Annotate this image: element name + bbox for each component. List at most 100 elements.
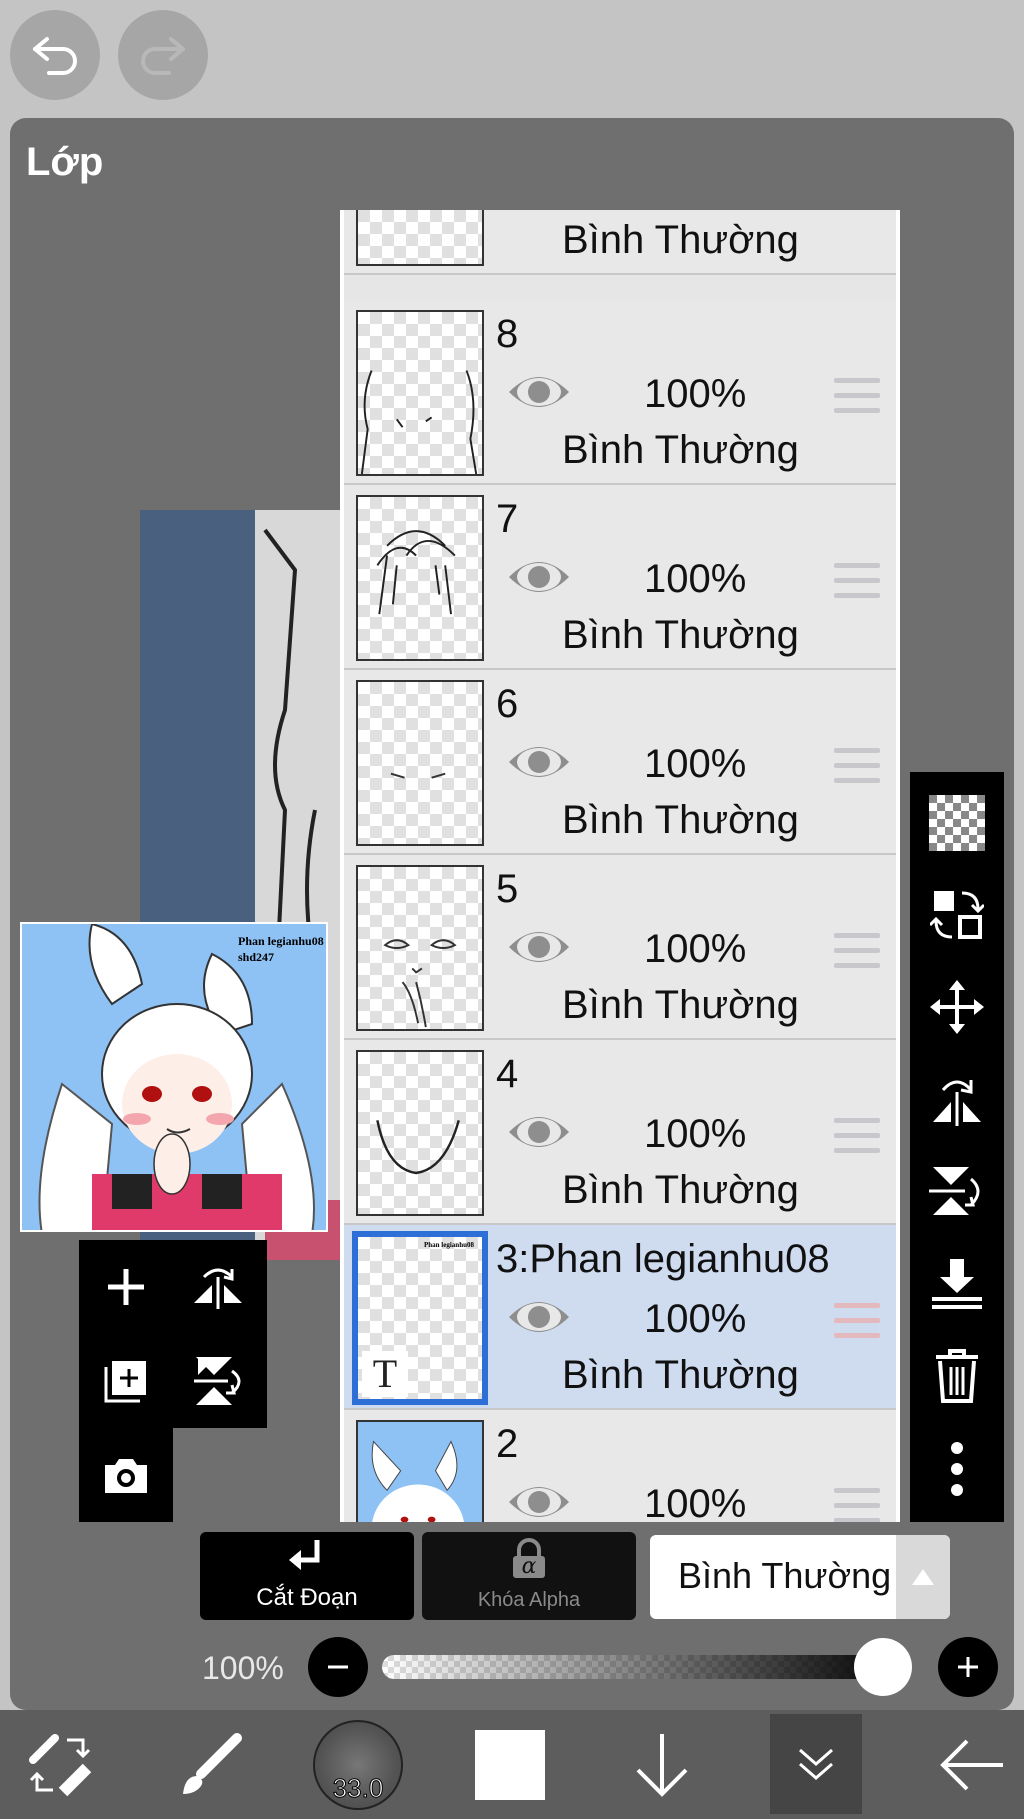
blend-mode-dropdown[interactable] bbox=[896, 1535, 950, 1619]
layer-tools-left bbox=[79, 1240, 267, 1522]
flip-layer-vertical-button[interactable] bbox=[920, 1154, 994, 1228]
swap-icon bbox=[930, 891, 984, 939]
visibility-eye-icon[interactable] bbox=[506, 740, 572, 784]
layer-blend-mode: Bình Thường bbox=[562, 218, 799, 262]
layer-thumbnail[interactable] bbox=[356, 495, 484, 661]
back-button[interactable] bbox=[922, 1710, 1022, 1819]
more-options-button[interactable] bbox=[920, 1432, 994, 1506]
drag-handle-icon[interactable] bbox=[834, 1303, 880, 1339]
text-layer-badge: T bbox=[362, 1351, 408, 1397]
layer-list-scroll[interactable]: 100%Bình Thường8100%Bình Thường7100%Bình… bbox=[344, 210, 896, 1522]
brush-tool-button[interactable] bbox=[160, 1710, 260, 1819]
opacity-slider[interactable] bbox=[382, 1655, 902, 1679]
layer-row[interactable]: 5 100% Bình Thường bbox=[344, 855, 896, 1040]
layer-row[interactable]: 8 100% Bình Thường bbox=[344, 300, 896, 485]
drag-handle-icon[interactable] bbox=[834, 1118, 880, 1154]
layer-opacity: 100% bbox=[644, 742, 747, 786]
opacity-slider-knob[interactable] bbox=[854, 1638, 912, 1696]
layer-thumbnail[interactable] bbox=[356, 1050, 484, 1216]
flip-horizontal-button[interactable] bbox=[173, 1242, 263, 1332]
layer-name: 8 bbox=[496, 312, 519, 356]
drag-handle-line bbox=[834, 1133, 880, 1138]
layer-row[interactable]: 7 100% Bình Thường bbox=[344, 485, 896, 670]
alpha-glyph: α bbox=[521, 1554, 537, 1579]
visibility-eye-icon[interactable] bbox=[506, 370, 572, 414]
layer-thumbnail[interactable]: Phan legianhu08 T bbox=[352, 1231, 488, 1405]
layer-blend-mode: Bình Thường bbox=[562, 428, 799, 472]
layer-blend-mode: Bình Thường bbox=[562, 1168, 799, 1212]
alpha-lock-button[interactable]: α Khóa Alpha bbox=[422, 1532, 636, 1620]
swap-layer-button[interactable] bbox=[920, 878, 994, 952]
visibility-eye-icon[interactable] bbox=[506, 1110, 572, 1154]
merge-down-button[interactable] bbox=[920, 1246, 994, 1320]
layer-opacity: 100% bbox=[644, 1482, 747, 1522]
flip-vertical-button[interactable] bbox=[173, 1336, 263, 1426]
plus-icon bbox=[958, 1657, 978, 1677]
visibility-eye-icon[interactable] bbox=[506, 925, 572, 969]
drag-handle-icon[interactable] bbox=[834, 1488, 880, 1522]
layer-tools-right bbox=[910, 772, 1004, 1522]
layer-thumbnail[interactable] bbox=[356, 210, 484, 266]
import-photo-button[interactable] bbox=[81, 1430, 171, 1520]
canvas-preview-thumbnail[interactable]: Phan legianhu08 shd247 bbox=[20, 922, 328, 1232]
layers-button[interactable] bbox=[770, 1714, 862, 1814]
camera-icon bbox=[105, 1459, 147, 1493]
duplicate-layer-button[interactable] bbox=[81, 1336, 171, 1426]
add-layer-button[interactable] bbox=[81, 1242, 171, 1332]
drag-handle-icon[interactable] bbox=[834, 378, 880, 414]
drag-handle-line bbox=[834, 563, 880, 568]
drag-handle-line bbox=[834, 408, 880, 413]
visibility-eye-icon[interactable] bbox=[506, 1295, 572, 1339]
opacity-decrease-button[interactable] bbox=[308, 1637, 368, 1697]
drag-handle-line bbox=[834, 378, 880, 383]
layer-opacity: 100% bbox=[644, 927, 747, 971]
drag-handle-icon[interactable] bbox=[834, 748, 880, 784]
redo-button[interactable] bbox=[118, 10, 208, 100]
flip-vertical-icon bbox=[929, 1167, 980, 1215]
layer-name: 3:Phan legianhu08 bbox=[496, 1237, 830, 1281]
flip-layer-horizontal-button[interactable] bbox=[920, 1062, 994, 1136]
move-button[interactable] bbox=[920, 970, 994, 1044]
flip-horizontal-icon bbox=[933, 1080, 981, 1126]
drag-handle-line bbox=[834, 1488, 880, 1493]
tool-switch-button[interactable] bbox=[10, 1710, 110, 1819]
layer-row-selected[interactable]: Phan legianhu08 T 3:Phan legianhu08 100% Bìn… bbox=[344, 1225, 896, 1410]
drag-handle-icon[interactable] bbox=[834, 933, 880, 969]
layer-list[interactable]: 100%Bình Thường8100%Bình Thường7100%Bình… bbox=[340, 210, 900, 1522]
drag-handle-line bbox=[834, 1503, 880, 1508]
save-down-button[interactable] bbox=[612, 1710, 712, 1819]
opacity-increase-button[interactable] bbox=[938, 1637, 998, 1697]
drag-handle-line bbox=[834, 1333, 880, 1338]
layer-row[interactable]: 6 100% Bình Thường bbox=[344, 670, 896, 855]
undo-button[interactable] bbox=[10, 10, 100, 100]
layer-row[interactable]: 2 100% bbox=[344, 1410, 896, 1522]
brush-size-preview: 33.0 bbox=[313, 1719, 403, 1810]
layer-opacity: 100% bbox=[644, 372, 747, 416]
drag-handle-line bbox=[834, 948, 880, 953]
visibility-eye-icon[interactable] bbox=[506, 555, 572, 599]
triangle-up-icon bbox=[912, 1569, 934, 1585]
layer-thumbnail[interactable] bbox=[356, 680, 484, 846]
blend-mode-select[interactable]: Bình Thường bbox=[650, 1535, 950, 1619]
layer-row[interactable]: 100%Bình Thường bbox=[344, 210, 896, 275]
brush-size-button[interactable]: 33.0 bbox=[308, 1710, 408, 1819]
delete-layer-button[interactable] bbox=[920, 1338, 994, 1412]
visibility-eye-icon[interactable] bbox=[506, 1480, 572, 1522]
transparency-button[interactable] bbox=[920, 786, 994, 860]
clipping-button[interactable]: Cắt Đoạn bbox=[200, 1532, 414, 1620]
drag-handle-icon[interactable] bbox=[834, 563, 880, 599]
layer-thumbnail[interactable] bbox=[356, 1420, 484, 1522]
drag-handle-line bbox=[834, 1148, 880, 1153]
more-vertical-icon bbox=[951, 1442, 963, 1496]
color-button[interactable] bbox=[460, 1710, 560, 1819]
bottom-toolbar: 33.0 bbox=[0, 1710, 1024, 1819]
flip-vertical-icon bbox=[194, 1357, 241, 1405]
alpha-lock-label: Khóa Alpha bbox=[477, 1589, 581, 1611]
drag-handle-line bbox=[834, 763, 880, 768]
layer-thumbnail[interactable] bbox=[356, 865, 484, 1031]
clip-arrow-icon bbox=[289, 1540, 320, 1570]
layer-row[interactable]: 4 100% Bình Thường bbox=[344, 1040, 896, 1225]
layer-thumbnail[interactable] bbox=[356, 310, 484, 476]
drag-handle-line bbox=[834, 748, 880, 753]
arrow-down-icon bbox=[636, 1733, 688, 1797]
